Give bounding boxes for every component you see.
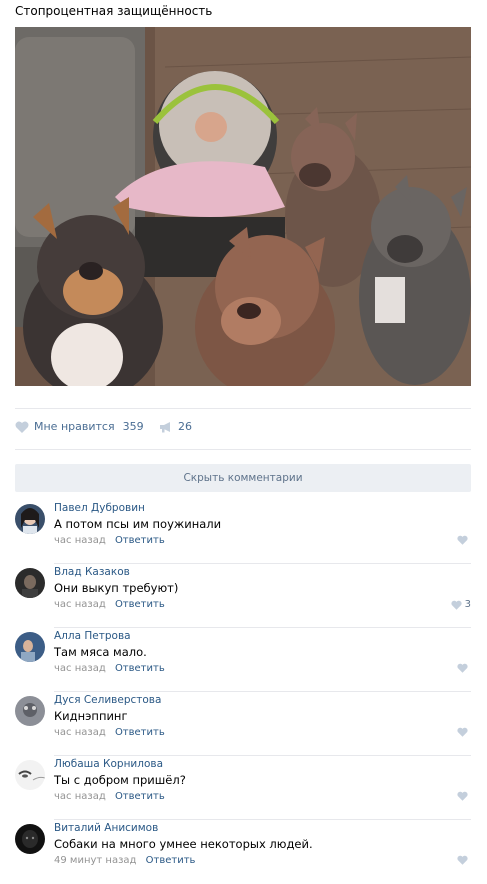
comment-time[interactable]: час назад	[54, 791, 106, 802]
share-count: 26	[178, 420, 192, 433]
heart-icon	[15, 421, 29, 433]
comment-author[interactable]: Влад Казаков	[54, 566, 130, 578]
comment-meta: 49 минут назад Ответить	[54, 855, 195, 866]
photo-dogs-and-baby	[15, 27, 471, 386]
comment-author[interactable]: Дуся Селиверстова	[54, 694, 161, 706]
comment-text: Собаки на много умнее некоторых людей.	[54, 837, 313, 851]
comment-item: Алла Петрова Там мяса мало. час назад От…	[15, 628, 471, 692]
comment-text: Киднэппинг	[54, 709, 128, 723]
comment-author[interactable]: Любаша Корнилова	[54, 758, 163, 770]
comment-text: А потом псы им поужинали	[54, 517, 222, 531]
reply-link[interactable]: Ответить	[115, 599, 165, 610]
comment-like-count: 3	[464, 599, 471, 610]
avatar[interactable]	[15, 760, 45, 790]
like-label: Мне нравится	[34, 420, 115, 433]
reply-link[interactable]: Ответить	[115, 663, 165, 674]
comment-meta: час назад Ответить	[54, 727, 165, 738]
comment-meta: час назад Ответить	[54, 791, 165, 802]
comment-text: Они выкуп требуют)	[54, 581, 179, 595]
comment-author[interactable]: Павел Дубровин	[54, 502, 145, 514]
comment-like-button[interactable]	[457, 855, 471, 865]
comment-item: Дуся Селиверстова Киднэппинг час назад О…	[15, 692, 471, 756]
like-count: 359	[122, 420, 144, 433]
comment-like-button[interactable]	[457, 727, 471, 737]
avatar[interactable]	[15, 504, 45, 534]
reply-link[interactable]: Ответить	[115, 535, 165, 546]
heart-icon	[457, 727, 468, 737]
comment-item: Влад Казаков Они выкуп требуют) час наза…	[15, 564, 471, 628]
share-button[interactable]: 26	[159, 420, 192, 433]
avatar[interactable]	[15, 632, 45, 662]
post-photo[interactable]	[15, 27, 471, 386]
heart-icon	[457, 791, 468, 801]
comment-meta: час назад Ответить	[54, 663, 165, 674]
comment-author[interactable]: Алла Петрова	[54, 630, 131, 642]
comment-meta: час назад Ответить	[54, 535, 165, 546]
comment-time[interactable]: 49 минут назад	[54, 855, 136, 866]
reply-link[interactable]: Ответить	[115, 791, 165, 802]
divider	[15, 408, 471, 409]
avatar[interactable]	[15, 824, 45, 854]
comment-item: Павел Дубровин А потом псы им поужинали …	[15, 500, 471, 564]
avatar[interactable]	[15, 568, 45, 598]
like-button[interactable]: Мне нравится 359	[15, 420, 144, 433]
comment-like-button[interactable]: 3	[451, 599, 471, 610]
divider	[15, 449, 471, 450]
comment-text: Там мяса мало.	[54, 645, 147, 659]
heart-icon	[457, 535, 468, 545]
heart-icon	[457, 855, 468, 865]
comment-time[interactable]: час назад	[54, 535, 106, 546]
avatar[interactable]	[15, 696, 45, 726]
comment-meta: час назад Ответить	[54, 599, 165, 610]
comment-time[interactable]: час назад	[54, 663, 106, 674]
heart-icon	[457, 663, 468, 673]
reply-link[interactable]: Ответить	[146, 855, 196, 866]
comment-author[interactable]: Виталий Анисимов	[54, 822, 158, 834]
comment-item: Виталий Анисимов Собаки на много умнее н…	[15, 820, 471, 884]
comment-like-button[interactable]	[457, 663, 471, 673]
comment-time[interactable]: час назад	[54, 727, 106, 738]
megaphone-icon	[160, 421, 170, 432]
comment-like-button[interactable]	[457, 791, 471, 801]
post-text: Стопроцентная защищённость	[15, 4, 213, 18]
comment-time[interactable]: час назад	[54, 599, 106, 610]
hide-comments-button[interactable]: Скрыть комментарии	[15, 464, 471, 492]
heart-icon	[451, 600, 462, 610]
comment-like-button[interactable]	[457, 535, 471, 545]
reply-link[interactable]: Ответить	[115, 727, 165, 738]
comment-text: Ты с добром пришёл?	[54, 773, 186, 787]
comment-item: Любаша Корнилова Ты с добром пришёл? час…	[15, 756, 471, 820]
